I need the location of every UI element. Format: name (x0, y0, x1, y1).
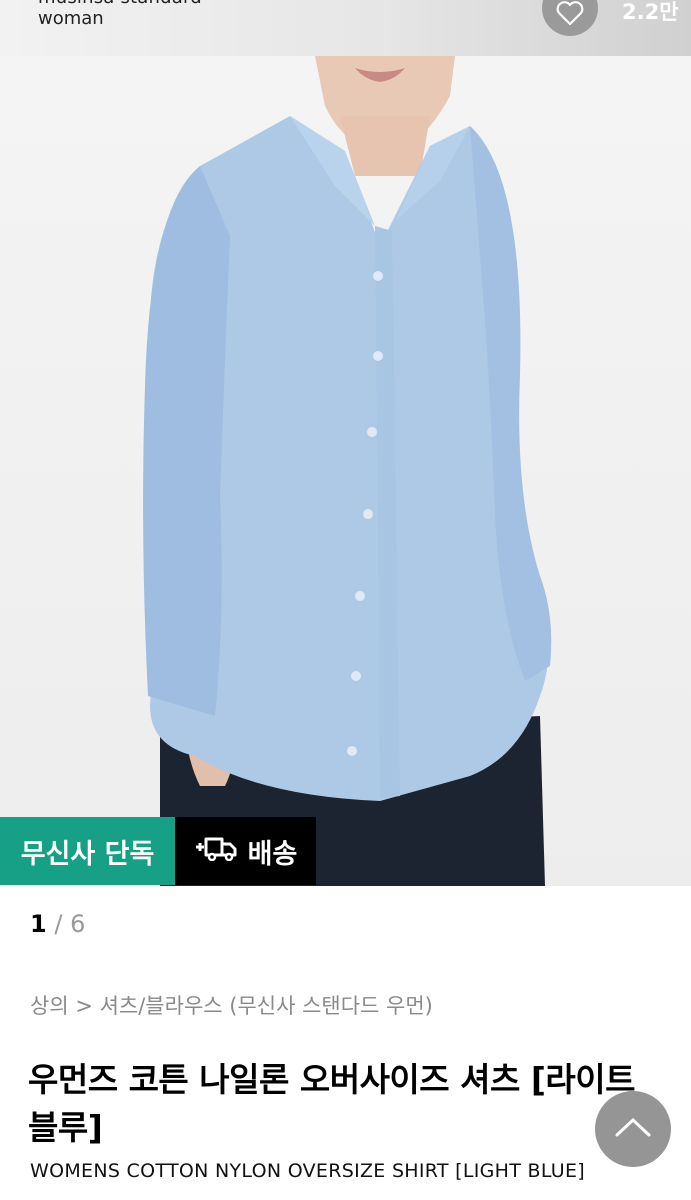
image-counter-separator: / (54, 910, 63, 938)
shirt-photo-illustration (143, 56, 552, 886)
category-breadcrumb[interactable]: 상의 > 셔츠/블라우스 (무신사 스탠다드 우먼) (30, 990, 433, 1020)
like-button[interactable] (542, 0, 598, 36)
truck-plus-icon (194, 835, 238, 868)
product-subtitle: WOMENS COTTON NYLON OVERSIZE SHIRT [LIGH… (30, 1160, 586, 1182)
heart-icon (556, 0, 584, 30)
shipping-badge: 배송 (175, 817, 316, 885)
like-count: 2.2만 (622, 0, 679, 24)
image-counter-current: 1 (30, 910, 47, 938)
image-counter: 1 / 6 (30, 910, 85, 938)
image-counter-total: 6 (70, 910, 86, 938)
shipping-label: 배송 (247, 838, 298, 870)
brand-header: musinsa standard woman 2.2만 (0, 0, 691, 56)
brand-name-line1[interactable]: musinsa standard (38, 0, 202, 8)
brand-name-line2[interactable]: woman (38, 8, 104, 29)
scroll-top-button[interactable] (595, 1091, 671, 1167)
product-image[interactable] (0, 56, 691, 886)
exclusive-badge: 무신사 단독 (0, 817, 175, 885)
product-title: 우먼즈 코튼 나일론 오버사이즈 셔츠 [라이트 블루] (28, 1060, 636, 1147)
chevron-up-icon (613, 1115, 653, 1143)
